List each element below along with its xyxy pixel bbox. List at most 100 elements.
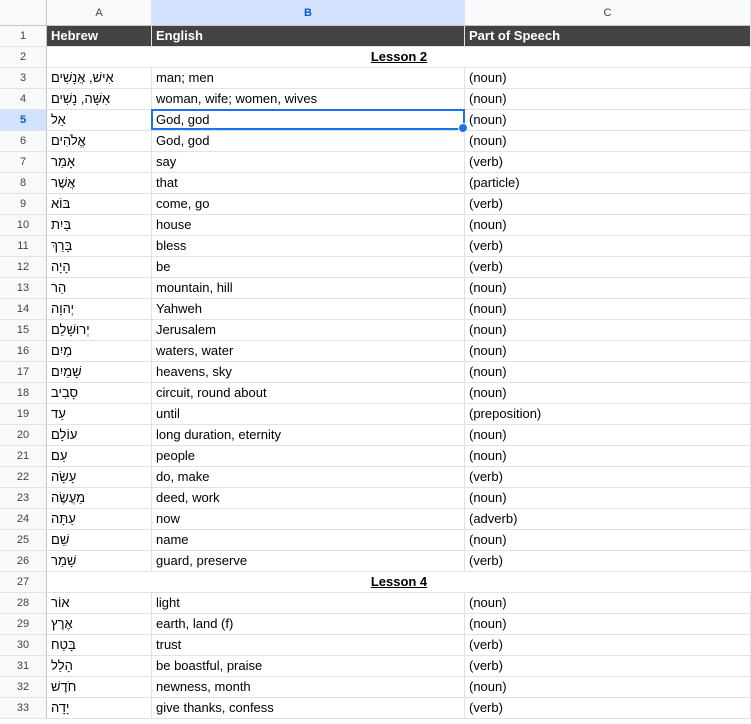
- english-cell[interactable]: newness, month: [152, 677, 465, 697]
- hebrew-cell[interactable]: אֶרֶץ: [47, 614, 152, 634]
- english-cell[interactable]: Jerusalem: [152, 320, 465, 340]
- hebrew-cell[interactable]: עוֹלָם: [47, 425, 152, 445]
- row-header[interactable]: 29: [0, 614, 47, 634]
- part-of-speech-cell[interactable]: (noun): [465, 110, 751, 130]
- english-cell[interactable]: do, make: [152, 467, 465, 487]
- english-cell[interactable]: until: [152, 404, 465, 424]
- hebrew-cell[interactable]: סָבִיב: [47, 383, 152, 403]
- hebrew-cell[interactable]: חֹדֶשׁ: [47, 677, 152, 697]
- hebrew-cell[interactable]: בָּטַח: [47, 635, 152, 655]
- english-cell[interactable]: that: [152, 173, 465, 193]
- english-cell[interactable]: God, god: [152, 131, 465, 151]
- part-of-speech-cell[interactable]: (verb): [465, 194, 751, 214]
- hebrew-cell[interactable]: הָיָה: [47, 257, 152, 277]
- english-cell[interactable]: light: [152, 593, 465, 613]
- part-of-speech-cell[interactable]: (verb): [465, 551, 751, 571]
- header-cell-english[interactable]: English: [152, 26, 465, 46]
- row-header[interactable]: 5: [0, 110, 47, 130]
- english-cell[interactable]: people: [152, 446, 465, 466]
- part-of-speech-cell[interactable]: (noun): [465, 299, 751, 319]
- hebrew-cell[interactable]: הַר: [47, 278, 152, 298]
- hebrew-cell[interactable]: אִשָּׁה, נָשִׁים: [47, 89, 152, 109]
- english-cell[interactable]: deed, work: [152, 488, 465, 508]
- part-of-speech-cell[interactable]: (noun): [465, 677, 751, 697]
- column-header-b[interactable]: B: [152, 0, 465, 25]
- row-header[interactable]: 19: [0, 404, 47, 424]
- part-of-speech-cell[interactable]: (verb): [465, 152, 751, 172]
- part-of-speech-cell[interactable]: (noun): [465, 341, 751, 361]
- lesson-title-cell[interactable]: Lesson 2: [47, 47, 751, 67]
- english-cell[interactable]: now: [152, 509, 465, 529]
- part-of-speech-cell[interactable]: (noun): [465, 89, 751, 109]
- part-of-speech-cell[interactable]: (verb): [465, 257, 751, 277]
- hebrew-cell[interactable]: יְרוּשָׁלַם: [47, 320, 152, 340]
- english-cell[interactable]: waters, water: [152, 341, 465, 361]
- hebrew-cell[interactable]: שָׁמַיִם: [47, 362, 152, 382]
- row-header[interactable]: 1: [0, 26, 47, 46]
- hebrew-cell[interactable]: אָמַר: [47, 152, 152, 172]
- part-of-speech-cell[interactable]: (verb): [465, 635, 751, 655]
- row-header[interactable]: 7: [0, 152, 47, 172]
- row-header[interactable]: 21: [0, 446, 47, 466]
- part-of-speech-cell[interactable]: (noun): [465, 425, 751, 445]
- part-of-speech-cell[interactable]: (noun): [465, 614, 751, 634]
- part-of-speech-cell[interactable]: (noun): [465, 593, 751, 613]
- part-of-speech-cell[interactable]: (noun): [465, 383, 751, 403]
- part-of-speech-cell[interactable]: (verb): [465, 656, 751, 676]
- row-header[interactable]: 26: [0, 551, 47, 571]
- hebrew-cell[interactable]: עַתָּה: [47, 509, 152, 529]
- part-of-speech-cell[interactable]: (verb): [465, 236, 751, 256]
- row-header[interactable]: 12: [0, 257, 47, 277]
- hebrew-cell[interactable]: עַד: [47, 404, 152, 424]
- english-cell[interactable]: earth, land (f): [152, 614, 465, 634]
- part-of-speech-cell[interactable]: (noun): [465, 446, 751, 466]
- hebrew-cell[interactable]: עָשָׂה: [47, 467, 152, 487]
- header-cell-hebrew[interactable]: Hebrew: [47, 26, 152, 46]
- row-header[interactable]: 23: [0, 488, 47, 508]
- row-header[interactable]: 6: [0, 131, 47, 151]
- row-header[interactable]: 2: [0, 47, 47, 67]
- row-header[interactable]: 17: [0, 362, 47, 382]
- english-cell[interactable]: be: [152, 257, 465, 277]
- row-header[interactable]: 28: [0, 593, 47, 613]
- hebrew-cell[interactable]: מַעֲשֶׂה: [47, 488, 152, 508]
- part-of-speech-cell[interactable]: (noun): [465, 530, 751, 550]
- hebrew-cell[interactable]: אִישׁ, אֲנָשִׁים: [47, 68, 152, 88]
- part-of-speech-cell[interactable]: (noun): [465, 215, 751, 235]
- english-cell[interactable]: mountain, hill: [152, 278, 465, 298]
- hebrew-cell[interactable]: אֱלֹהִים: [47, 131, 152, 151]
- hebrew-cell[interactable]: בַּיִת: [47, 215, 152, 235]
- row-header[interactable]: 16: [0, 341, 47, 361]
- row-header[interactable]: 32: [0, 677, 47, 697]
- hebrew-cell[interactable]: עַם: [47, 446, 152, 466]
- column-header-c[interactable]: C: [465, 0, 751, 25]
- select-all-corner[interactable]: [0, 0, 47, 25]
- part-of-speech-cell[interactable]: (particle): [465, 173, 751, 193]
- english-cell[interactable]: trust: [152, 635, 465, 655]
- english-cell[interactable]: circuit, round about: [152, 383, 465, 403]
- row-header[interactable]: 25: [0, 530, 47, 550]
- row-header[interactable]: 11: [0, 236, 47, 256]
- row-header[interactable]: 8: [0, 173, 47, 193]
- part-of-speech-cell[interactable]: (verb): [465, 467, 751, 487]
- english-cell[interactable]: guard, preserve: [152, 551, 465, 571]
- hebrew-cell[interactable]: בָּרַךְ: [47, 236, 152, 256]
- row-header[interactable]: 14: [0, 299, 47, 319]
- hebrew-cell[interactable]: שֵׁם: [47, 530, 152, 550]
- hebrew-cell[interactable]: שָׁמַר: [47, 551, 152, 571]
- english-cell[interactable]: bless: [152, 236, 465, 256]
- part-of-speech-cell[interactable]: (noun): [465, 488, 751, 508]
- english-cell[interactable]: say: [152, 152, 465, 172]
- row-header[interactable]: 3: [0, 68, 47, 88]
- hebrew-cell[interactable]: בּוֹא: [47, 194, 152, 214]
- hebrew-cell[interactable]: הָלַל: [47, 656, 152, 676]
- part-of-speech-cell[interactable]: (noun): [465, 278, 751, 298]
- row-header[interactable]: 33: [0, 698, 47, 718]
- part-of-speech-cell[interactable]: (adverb): [465, 509, 751, 529]
- row-header[interactable]: 20: [0, 425, 47, 445]
- english-cell[interactable]: God, god: [152, 110, 465, 130]
- lesson-title-cell[interactable]: Lesson 4: [47, 572, 751, 592]
- english-cell[interactable]: heavens, sky: [152, 362, 465, 382]
- row-header[interactable]: 4: [0, 89, 47, 109]
- english-cell[interactable]: house: [152, 215, 465, 235]
